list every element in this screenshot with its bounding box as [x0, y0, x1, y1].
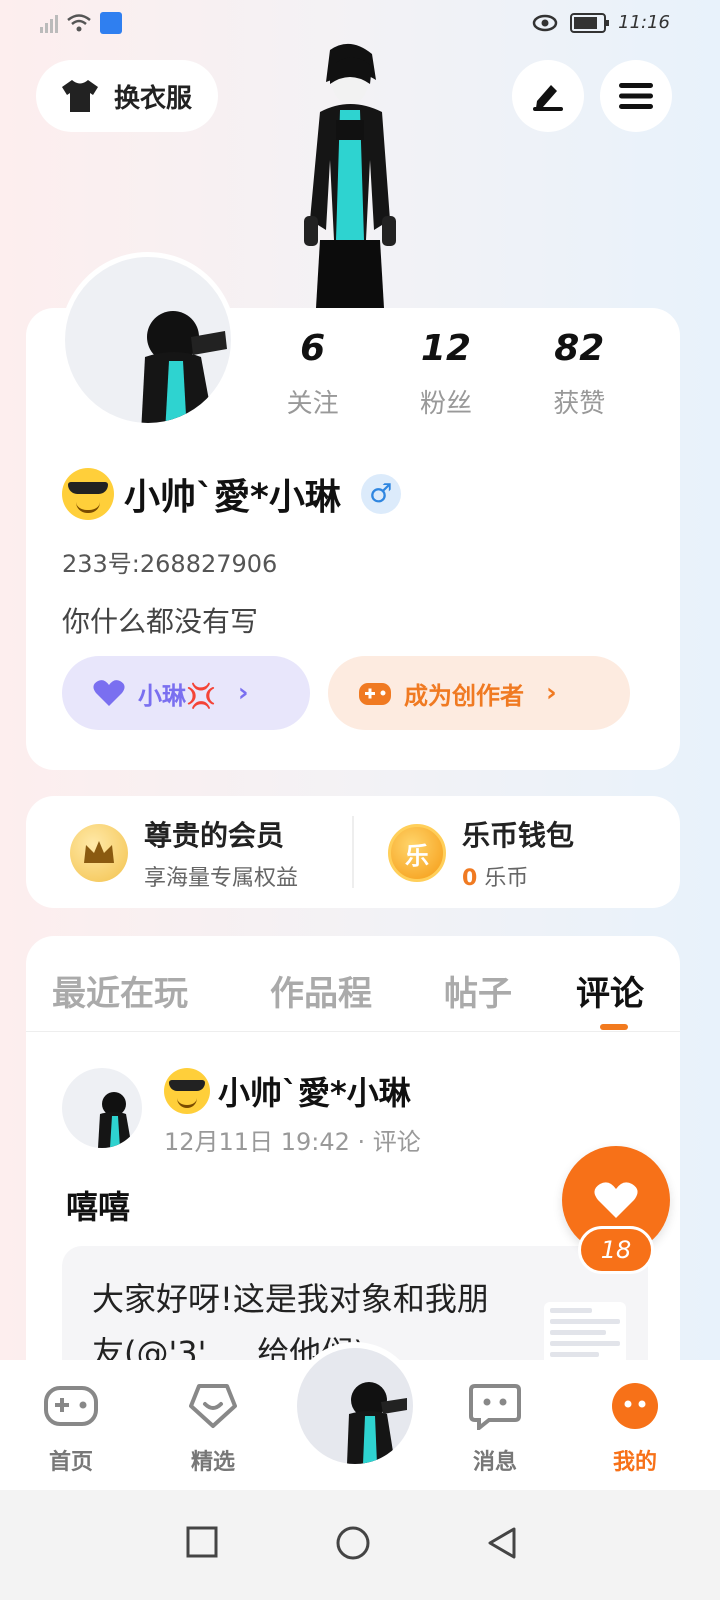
nav-label: 我的	[612, 1450, 657, 1475]
wallet-balance: 0 乐币	[462, 860, 574, 892]
edit-profile-button[interactable]	[512, 60, 584, 132]
avatar-figure	[98, 1092, 132, 1148]
nav-label: 消息	[472, 1450, 517, 1475]
male-gender-icon: ♂	[360, 474, 401, 514]
nav-messages[interactable]: 消息	[440, 1382, 550, 1476]
home-circle-icon[interactable]	[336, 1526, 370, 1560]
cool-emoji-icon	[62, 468, 114, 520]
stat-label: 关注	[286, 389, 339, 419]
tab-comments[interactable]: 评论	[576, 966, 644, 1015]
chat-icon	[469, 1384, 521, 1433]
nav-label: 精选	[190, 1450, 235, 1475]
become-creator-button[interactable]: 成为创作者 ›	[328, 656, 630, 730]
tshirt-icon	[62, 80, 98, 112]
comment-meta: 12月11日 19:42 · 评论	[164, 1128, 421, 1156]
stat-fans[interactable]: 12 粉丝	[386, 328, 506, 420]
stat-likes[interactable]: 82 获赞	[519, 328, 639, 420]
crown-icon	[70, 824, 128, 882]
tab-recently-played[interactable]: 最近在玩	[52, 966, 188, 1015]
nav-avatar-button[interactable]	[291, 1342, 419, 1470]
stat-label: 获赞	[553, 389, 606, 419]
nav-avatar	[297, 1348, 413, 1464]
tab-posts[interactable]: 帖子	[444, 966, 512, 1015]
username: 小帅`愛*小琳	[124, 477, 341, 518]
vip-card: 尊贵的会员 享海量专属权益 乐 乐币钱包 0 乐币	[26, 796, 680, 908]
heart-icon	[93, 680, 125, 706]
face-icon	[612, 1383, 658, 1429]
heart-badge-icon	[189, 1384, 237, 1428]
status-time: 11:16	[618, 12, 670, 33]
status-left	[40, 12, 122, 34]
comment-author-row: 小帅`愛*小琳	[164, 1068, 421, 1114]
nav-home[interactable]: 首页	[16, 1382, 126, 1476]
recent-apps-icon[interactable]	[186, 1526, 218, 1558]
wallet-unit: 乐币	[484, 866, 529, 891]
character-figure[interactable]	[290, 40, 410, 310]
pen-icon	[533, 85, 563, 111]
partner-pill-label: 小琳💢	[138, 681, 216, 710]
comment-author[interactable]: 小帅`愛*小琳	[218, 1068, 411, 1114]
stat-value: 6	[300, 328, 326, 369]
membership-subtitle: 享海量专属权益	[144, 866, 299, 891]
nav-mine[interactable]: 我的	[580, 1382, 690, 1476]
chevron-right-icon: ›	[546, 678, 557, 708]
heart-icon	[594, 1182, 638, 1218]
tab-works[interactable]: 作品程	[270, 966, 372, 1015]
active-tab-indicator	[600, 1024, 628, 1030]
wallet-amount: 0	[462, 866, 478, 891]
user-bio[interactable]: 你什么都没有写	[62, 600, 258, 640]
signal-icon	[40, 13, 58, 33]
divider	[352, 816, 354, 888]
tab-bar: 最近在玩 作品程 帖子 评论	[26, 936, 680, 1032]
like-count-badge: 18	[578, 1226, 654, 1274]
gamepad-icon	[359, 683, 391, 705]
avatar-figure	[347, 1382, 407, 1464]
status-right: 11:16	[532, 12, 670, 33]
coin-icon: 乐	[388, 824, 446, 882]
become-creator-label: 成为创作者	[404, 681, 524, 710]
back-triangle-icon[interactable]	[486, 1526, 518, 1560]
nav-label: 首页	[48, 1450, 93, 1475]
system-nav-bar	[0, 1490, 720, 1600]
stats-row: 6 关注 12 粉丝 82 获赞	[246, 328, 646, 420]
stat-value: 82	[554, 328, 605, 369]
comment-text[interactable]: 嘻嘻	[66, 1182, 130, 1228]
chevron-right-icon: ›	[237, 678, 249, 708]
battery-icon	[570, 12, 610, 33]
cool-emoji-icon	[164, 1068, 210, 1114]
profile-avatar[interactable]	[60, 252, 236, 428]
nfc-icon	[100, 12, 122, 34]
change-outfit-label: 换衣服	[114, 83, 193, 114]
bottom-nav: 首页 精选 消息 我的	[0, 1342, 720, 1490]
membership-title: 尊贵的会员	[144, 819, 285, 852]
wallet-entry[interactable]: 乐 乐币钱包 0 乐币	[388, 814, 574, 892]
wallet-title: 乐币钱包	[462, 819, 575, 852]
stat-value: 12	[420, 328, 472, 369]
membership-entry[interactable]: 尊贵的会员 享海量专属权益	[70, 814, 298, 892]
eye-icon	[532, 14, 558, 31]
comment-header: 小帅`愛*小琳 12月11日 19:42 · 评论	[62, 1068, 421, 1157]
hamburger-icon	[619, 83, 653, 109]
wifi-icon	[67, 14, 91, 32]
stat-label: 粉丝	[419, 389, 472, 419]
nav-featured[interactable]: 精选	[158, 1382, 268, 1476]
partner-pill-button[interactable]: 小琳💢 ›	[62, 656, 310, 730]
menu-button[interactable]	[600, 60, 672, 132]
user-id: 233号:268827906	[62, 550, 278, 578]
comment-avatar[interactable]	[62, 1068, 142, 1148]
change-outfit-button[interactable]: 换衣服	[36, 60, 218, 132]
name-row: 小帅`愛*小琳 ♂	[62, 468, 401, 520]
stat-following[interactable]: 6 关注	[253, 328, 373, 420]
gamepad-icon	[44, 1386, 98, 1426]
